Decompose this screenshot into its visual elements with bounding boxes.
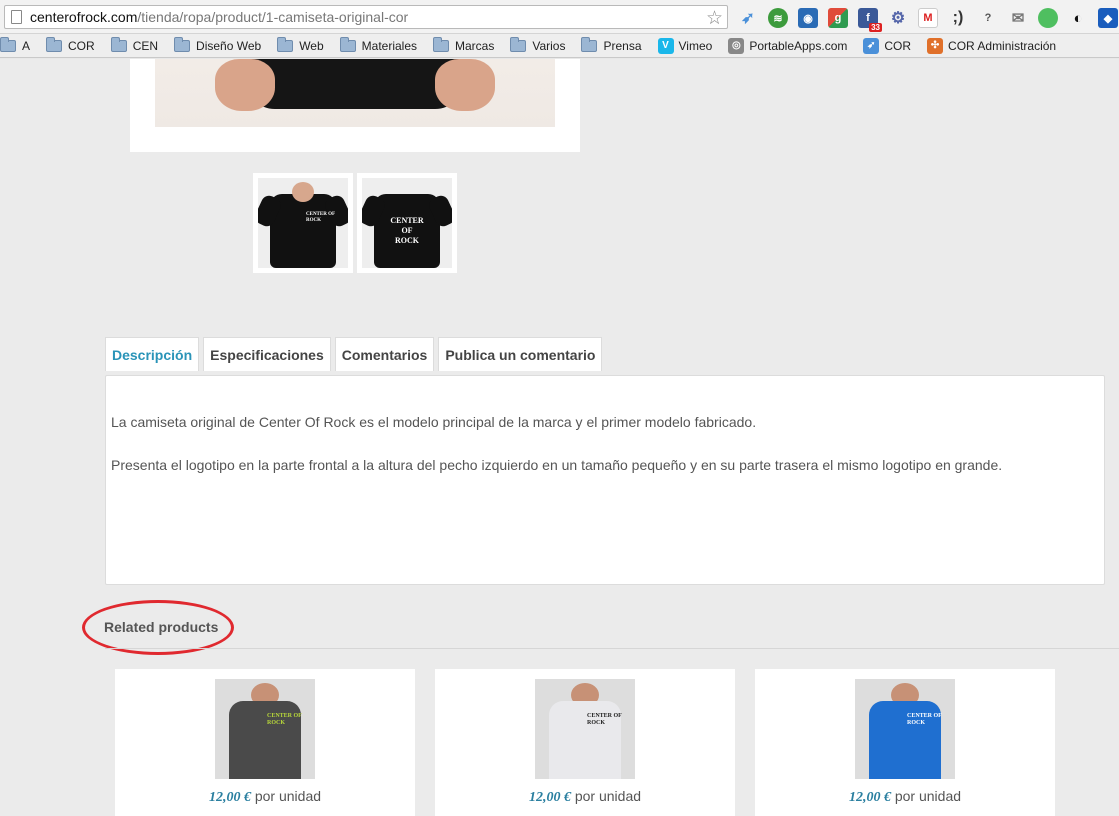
bookmark-item[interactable]: ➶ COR [863,37,912,54]
page-icon [11,10,22,24]
bookmark-label: A [22,38,31,53]
bookmark-label: Diseño Web [196,38,262,53]
shirt-shape [245,59,465,109]
feather-icon[interactable]: ➶ [738,8,758,28]
tab-panel-description: La camiseta original de Center Of Rock e… [105,375,1105,585]
thumbnail-front[interactable]: CENTER OF ROCK [253,173,353,273]
portableapps-icon: ◎ [728,37,745,54]
joomla-icon: ✣ [927,37,944,54]
right-hand-shape [435,59,495,111]
bookmark-item[interactable]: COR [46,36,95,53]
evernote-icon[interactable] [1038,8,1058,28]
notification-badge: 33 [869,23,882,32]
url-path: /tienda/ropa/product/1-camiseta-original… [137,9,409,25]
bookmark-item[interactable]: Web [277,36,324,53]
bookmark-label: COR [68,38,95,53]
bookmark-label: Materiales [361,38,418,53]
related-product-card[interactable]: CENTER OF ROCK 12,00 € por unidad [115,669,415,816]
section-divider [105,648,1119,649]
product-price: 12,00 € por unidad [755,788,1055,806]
url-host: centerofrock.com [30,9,138,25]
bookmark-label: COR [884,38,912,53]
bookmark-app-icon[interactable]: ◉ [798,8,818,28]
folder-icon [581,36,598,52]
folder-icon [510,36,527,52]
mail-checker-icon[interactable]: ✉ [1008,8,1028,28]
product-image[interactable]: CENTER OF ROCK [535,679,635,779]
product-tabs: Descripción Especificaciones Comentarios Pu… [105,337,603,371]
bookmark-item[interactable]: A [0,36,31,53]
price-value: 12,00 € [208,790,251,805]
product-price: 12,00 € por unidad [115,788,415,806]
folder-icon [277,36,294,52]
extension-icons: ➶ ≋ ◉ g f 33 ⚙ M ;) ? ✉ ◐ ◆ [738,6,1119,32]
bookmark-label: COR Administración [948,38,1057,53]
bookmark-label: Web [299,38,324,53]
bookmark-item[interactable]: CEN [110,36,159,53]
price-unit: por unidad [574,788,642,804]
bookmark-label: CEN [132,38,159,53]
bookmark-item[interactable]: V Vimeo [657,37,713,54]
product-image[interactable]: CENTER OF ROCK [855,679,955,779]
price-unit: por unidad [254,788,322,804]
cor-bookmark-icon: ➶ [863,37,880,54]
bookmark-item[interactable]: Diseño Web [174,36,262,53]
address-bar[interactable]: centerofrock.com /tienda/ropa/product/1-… [4,5,728,29]
bookmark-item[interactable]: Varios [510,36,566,53]
folder-icon [110,36,127,52]
left-hand-shape [215,59,275,111]
vimeo-icon: V [657,37,674,54]
tab-comments[interactable]: Comentarios [334,337,435,371]
folder-icon [339,36,356,52]
folder-icon [433,36,450,52]
bookmark-item[interactable]: Prensa [581,36,642,53]
price-unit: por unidad [894,788,962,804]
bookmark-label: Vimeo [678,38,713,53]
bookmark-item[interactable]: Materiales [339,36,418,53]
bookmark-item[interactable]: ✣ COR Administración [927,37,1057,54]
related-products-heading: Related products [104,619,219,635]
browser-toolbar: centerofrock.com /tienda/ropa/product/1-… [0,0,1119,34]
tab-post-comment[interactable]: Publica un comentario [438,337,603,371]
bookmark-label: Prensa [603,38,642,53]
settings-gear-icon[interactable]: ⚙ [888,8,908,28]
spotify-icon[interactable]: ≋ [768,8,788,28]
folder-icon [0,36,16,52]
google-extension-icon[interactable]: g [828,8,848,28]
bookmark-label: Varios [532,38,566,53]
folder-icon [174,36,191,52]
related-product-card[interactable]: CENTER OF ROCK 12,00 € por unidad [435,669,735,816]
thumb-logo-large: CENTER OF ROCK [390,216,424,245]
facebook-icon[interactable]: f 33 [858,8,882,32]
thumbnail-image: CENTER OF ROCK [258,178,348,268]
punctuation-icon[interactable]: ;) [948,8,968,28]
product-price: 12,00 € por unidad [435,788,735,806]
bookmark-item[interactable]: ◎ PortableApps.com [728,37,848,54]
page-content: CENTER OF ROCK CENTER OF ROCK Descripción E… [0,59,1119,816]
owl-icon[interactable]: ◐ [1068,8,1088,28]
description-paragraph: Presenta el logotipo en la parte frontal… [111,457,1003,473]
bookmark-item[interactable]: Marcas [433,36,495,53]
gmail-icon[interactable]: M [918,8,938,28]
tab-specifications[interactable]: Especificaciones [203,337,331,371]
main-product-image[interactable] [155,59,555,127]
thumbnail-row: CENTER OF ROCK CENTER OF ROCK [253,173,457,273]
bookmark-label: PortableApps.com [749,38,848,53]
bookmark-label: Marcas [455,38,495,53]
question-tray-icon[interactable]: ? [978,8,998,28]
tab-description[interactable]: Descripción [105,337,200,371]
price-value: 12,00 € [848,790,891,805]
bookmarks-bar: A COR CEN Diseño Web Web Materiales Marcas Vari… [0,34,1119,58]
thumb-logo: CENTER OF ROCK [306,212,336,223]
price-value: 12,00 € [528,790,571,805]
description-paragraph: La camiseta original de Center Of Rock e… [111,414,757,430]
bookmark-star-icon[interactable]: ☆ [706,7,723,30]
related-product-card[interactable]: CENTER OF ROCK 12,00 € por unidad [755,669,1055,816]
dropbox-icon[interactable]: ◆ [1098,8,1118,28]
thumbnail-back[interactable]: CENTER OF ROCK [357,173,457,273]
thumbnail-image: CENTER OF ROCK [362,178,452,268]
folder-icon [46,36,63,52]
product-image[interactable]: CENTER OF ROCK [215,679,315,779]
